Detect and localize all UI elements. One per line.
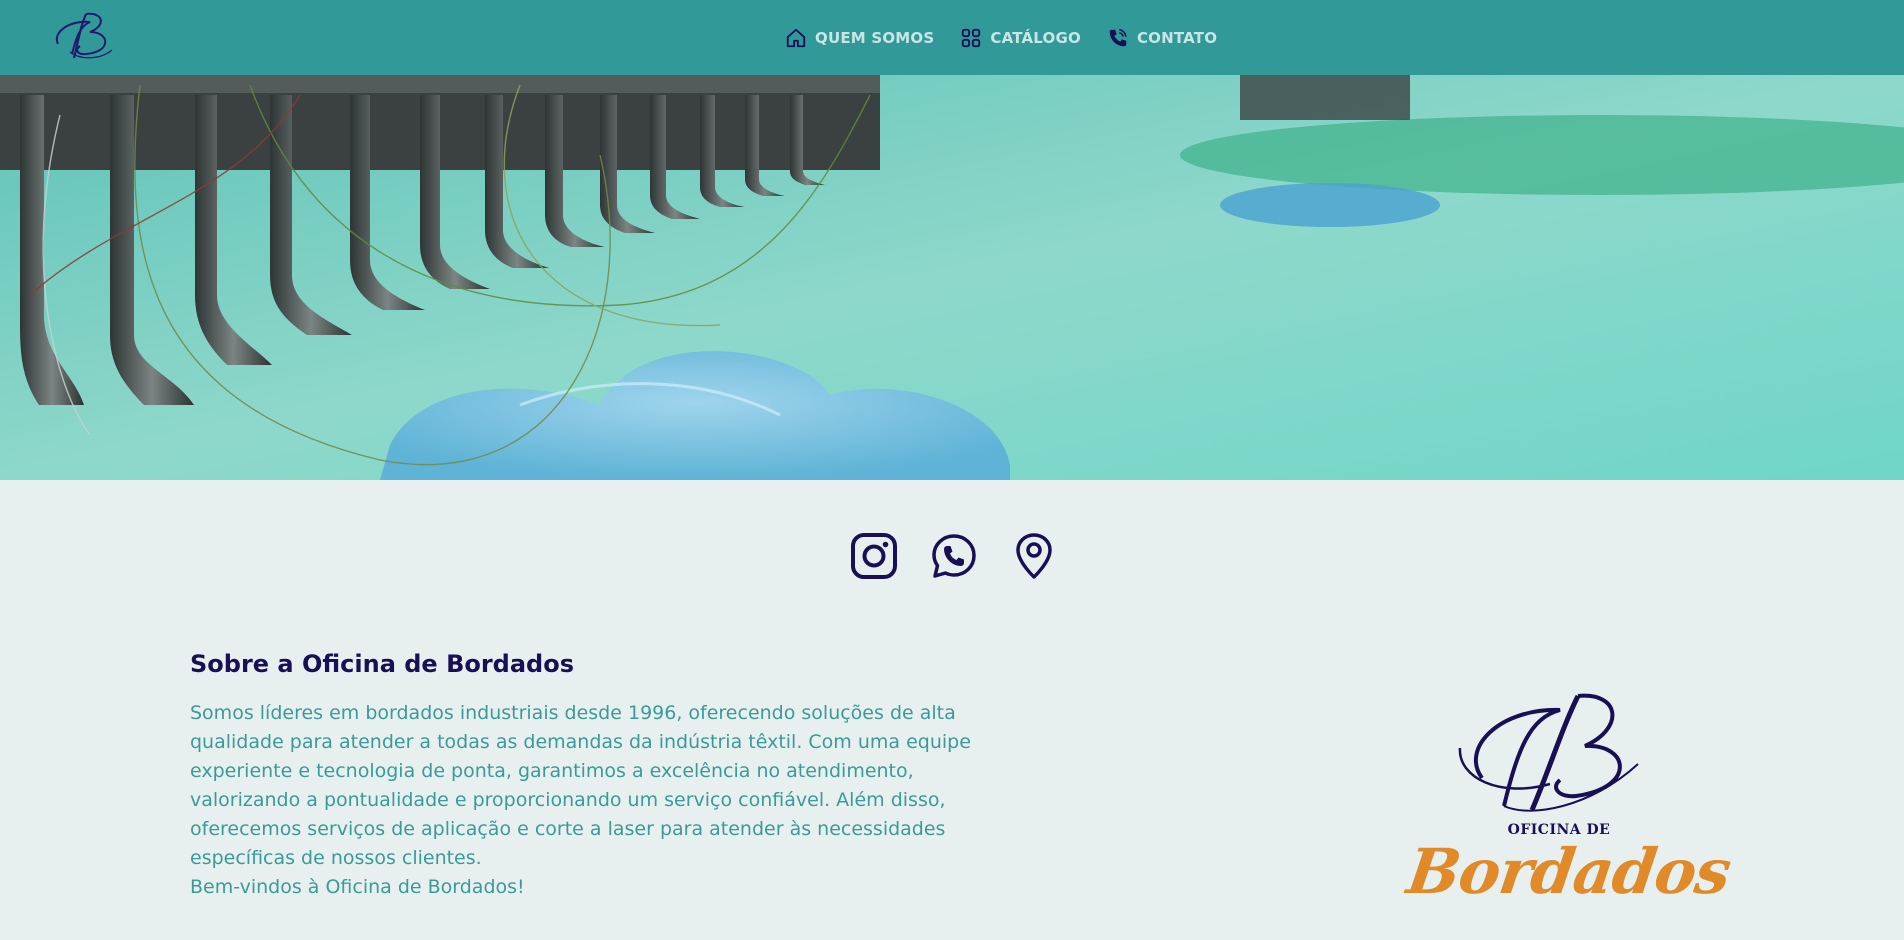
hero-embroidery-image (0, 75, 1904, 480)
main-nav: QUEM SOMOS CATÁLOGO CONTATO (785, 0, 1217, 75)
home-icon (786, 28, 806, 47)
nav-item-catalogo[interactable]: CATÁLOGO (960, 27, 1081, 49)
about-text: Somos líderes em bordados industriais de… (190, 699, 980, 902)
about-welcome: Bem-vindos à Oficina de Bordados! (190, 876, 525, 898)
phone-icon (1109, 28, 1127, 46)
logo-b-monogram[interactable] (50, 10, 120, 62)
about-title: Sobre a Oficina de Bordados (190, 650, 575, 678)
whatsapp-icon[interactable] (930, 532, 978, 580)
nav-label: CONTATO (1136, 28, 1218, 47)
nav-item-contato[interactable]: CONTATO (1107, 27, 1217, 49)
nav-label: CATÁLOGO (990, 28, 1081, 47)
hero-banner (0, 75, 1904, 480)
social-links (850, 532, 1058, 580)
grid-icon (962, 28, 981, 47)
instagram-icon[interactable] (850, 532, 898, 580)
location-pin-icon[interactable] (1010, 532, 1058, 580)
navbar: QUEM SOMOS CATÁLOGO CONTATO (0, 0, 1904, 75)
nav-item-quem-somos[interactable]: QUEM SOMOS (785, 27, 934, 49)
nav-label: QUEM SOMOS (815, 28, 935, 47)
about-paragraph: Somos líderes em bordados industriais de… (190, 702, 971, 869)
brand-text-bordados: Bordados (1402, 835, 1735, 908)
